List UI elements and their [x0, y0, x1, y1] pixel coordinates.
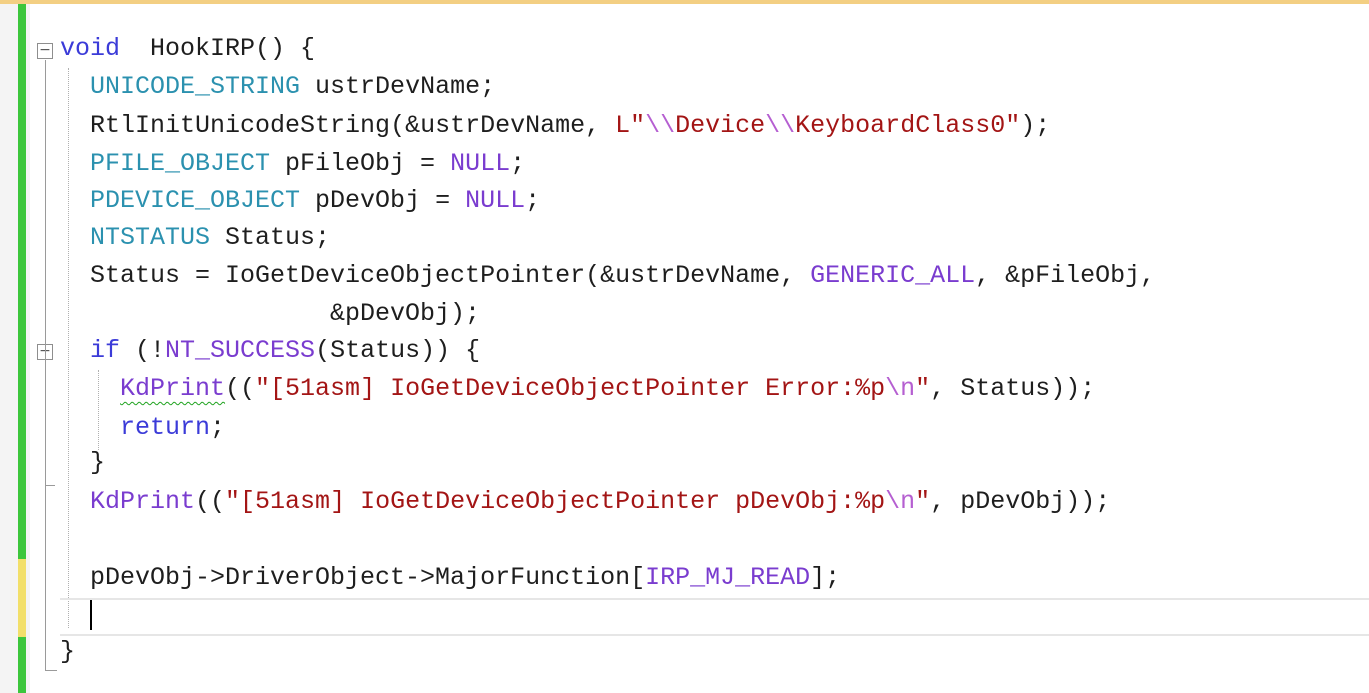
code-token: pDevObj = — [300, 186, 466, 215]
code-token: \n — [885, 374, 916, 403]
code-token: } — [90, 448, 106, 477]
code-line[interactable]: PFILE_OBJECT pFileObj = NULL; — [90, 145, 525, 183]
code-token: L" — [615, 111, 646, 140]
code-line[interactable]: KdPrint(("[51asm] IoGetDeviceObjectPoint… — [90, 483, 1110, 521]
saved-change-marker — [18, 4, 26, 559]
text-caret — [90, 600, 92, 630]
code-line[interactable]: } — [90, 444, 105, 482]
code-line[interactable]: NTSTATUS Status; — [90, 219, 330, 257]
code-token: , &pFileObj, — [975, 261, 1156, 290]
code-token: (! — [120, 336, 166, 365]
code-token: void — [60, 34, 121, 63]
code-line[interactable]: &pDevObj); — [90, 295, 480, 333]
code-token: NULL — [450, 149, 511, 178]
outline-guide-tick — [45, 485, 55, 486]
code-token: , Status)); — [930, 374, 1096, 403]
code-token: HookIRP() { — [120, 34, 316, 63]
saved-change-marker-2 — [18, 637, 26, 693]
outline-guide-end — [45, 670, 57, 671]
code-line[interactable]: KdPrint(("[51asm] IoGetDeviceObjectPoint… — [120, 370, 1095, 408]
code-token: Device — [675, 111, 766, 140]
code-token: Status; — [210, 223, 331, 252]
code-token: PDEVICE_OBJECT — [90, 186, 301, 215]
code-line[interactable]: RtlInitUnicodeString(&ustrDevName, L"\\D… — [90, 107, 1050, 145]
code-token: UNICODE_STRING — [90, 72, 301, 101]
document-tab-border — [0, 0, 1369, 4]
code-token: ; — [210, 413, 226, 442]
code-token: KdPrint — [90, 487, 196, 516]
code-token: KdPrint — [120, 374, 226, 403]
indent-guide — [98, 370, 99, 450]
code-token: return — [120, 413, 211, 442]
code-token: pDevObj->DriverObject->MajorFunction[ — [90, 563, 646, 592]
code-token: "[51asm] IoGetDeviceObjectPointer Error:… — [255, 374, 886, 403]
code-token: \\ — [645, 111, 676, 140]
current-line-highlight — [60, 598, 1369, 636]
code-token: (( — [195, 487, 226, 516]
code-editor[interactable]: − − void HookIRP() {UNICODE_STRING ustrD… — [0, 0, 1369, 693]
code-token: \n — [885, 487, 916, 516]
code-token: ustrDevName; — [300, 72, 496, 101]
code-token: (( — [225, 374, 256, 403]
code-token: &pDevObj); — [90, 299, 481, 328]
code-token: , pDevObj)); — [930, 487, 1111, 516]
code-token: (&ustrDevName, — [390, 111, 616, 140]
code-token: KeyboardClass0" — [795, 111, 1021, 140]
collapse-icon[interactable]: − — [37, 43, 53, 59]
code-token: "[51asm] IoGetDeviceObjectPointer pDevOb… — [225, 487, 886, 516]
code-line[interactable]: PDEVICE_OBJECT pDevObj = NULL; — [90, 182, 540, 220]
code-token: ]; — [810, 563, 841, 592]
code-token: Status = IoGetDeviceObjectPointer(&ustrD… — [90, 261, 811, 290]
indent-guide — [68, 68, 69, 628]
code-token: IRP_MJ_READ — [645, 563, 811, 592]
code-token: ; — [525, 186, 541, 215]
unsaved-change-marker — [18, 559, 26, 637]
code-token: " — [915, 374, 931, 403]
code-line[interactable]: pDevObj->DriverObject->MajorFunction[IRP… — [90, 559, 840, 597]
code-token: (Status)) { — [315, 336, 481, 365]
code-token: pFileObj = — [270, 149, 451, 178]
code-line[interactable]: } — [60, 633, 75, 671]
code-token: RtlInitUnicodeString — [90, 111, 391, 140]
code-token: } — [60, 637, 76, 666]
code-token: " — [915, 487, 931, 516]
code-line[interactable]: if (!NT_SUCCESS(Status)) { — [90, 332, 480, 370]
code-token: \\ — [765, 111, 796, 140]
code-token: NULL — [465, 186, 526, 215]
code-line[interactable]: UNICODE_STRING ustrDevName; — [90, 68, 495, 106]
code-line[interactable]: Status = IoGetDeviceObjectPointer(&ustrD… — [90, 257, 1155, 295]
code-line[interactable]: return; — [120, 409, 225, 447]
code-token: ; — [510, 149, 526, 178]
code-line[interactable]: void HookIRP() { — [60, 30, 315, 68]
outline-guide — [45, 60, 46, 670]
code-token: GENERIC_ALL — [810, 261, 976, 290]
code-token: PFILE_OBJECT — [90, 149, 271, 178]
code-token: NTSTATUS — [90, 223, 211, 252]
code-token: if — [90, 336, 121, 365]
code-token: ); — [1020, 111, 1051, 140]
code-token: NT_SUCCESS — [165, 336, 316, 365]
